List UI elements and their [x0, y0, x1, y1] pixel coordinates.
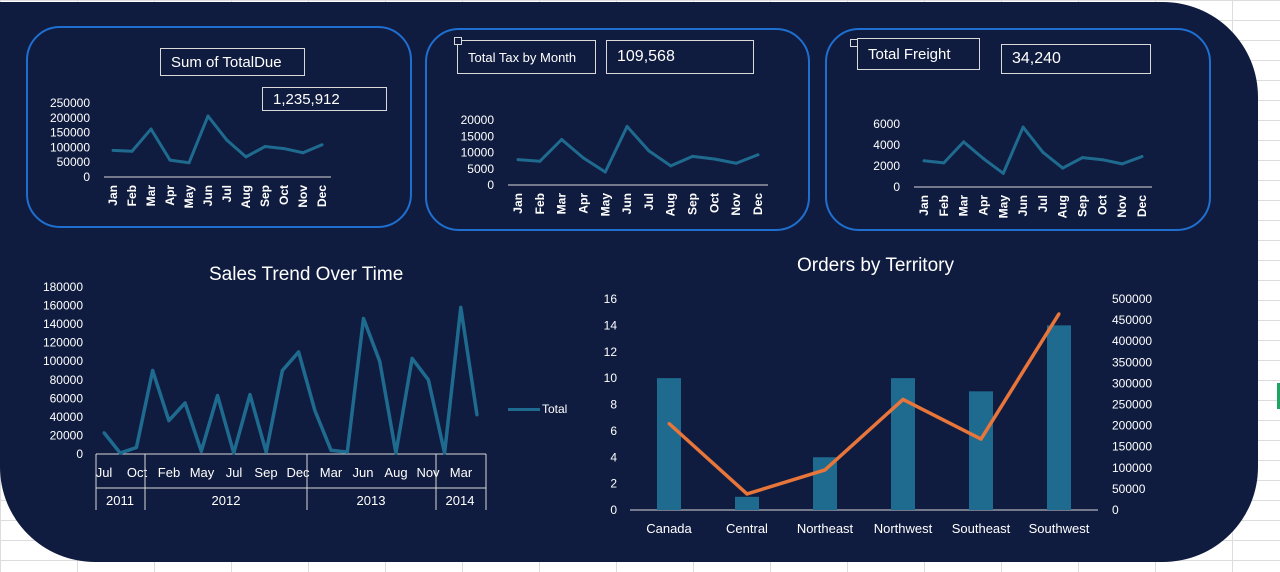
- x-category-label: Central: [726, 521, 768, 536]
- territory-chart: 1614121086420500000450000400000350000300…: [604, 292, 1153, 536]
- series-line: [667, 312, 1061, 496]
- data-point: [979, 437, 983, 441]
- y-right-tick-label: 350000: [1112, 355, 1152, 369]
- bar: [735, 496, 759, 510]
- bar: [969, 391, 993, 510]
- x-category-label: Northwest: [874, 521, 933, 536]
- y-right-tick-label: 100000: [1112, 461, 1152, 475]
- bar: [657, 378, 681, 510]
- data-point: [667, 421, 671, 425]
- y-right-tick-label: 500000: [1112, 292, 1152, 306]
- y-left-tick-label: 0: [610, 503, 617, 517]
- y-left-tick-label: 6: [610, 424, 617, 438]
- y-right-tick-label: 250000: [1112, 398, 1152, 412]
- data-point: [1057, 312, 1061, 316]
- y-right-tick-label: 300000: [1112, 376, 1152, 390]
- y-left-tick-label: 2: [610, 477, 617, 491]
- data-point: [901, 397, 905, 401]
- x-category-label: Southwest: [1029, 521, 1090, 536]
- y-left-tick-label: 14: [604, 318, 618, 332]
- dashboard-panel: Sum of TotalDue 1,235,912 250000 200000 15…: [0, 2, 1258, 562]
- y-left-tick-label: 10: [604, 371, 618, 385]
- y-right-tick-label: 0: [1112, 503, 1119, 517]
- data-point: [745, 492, 749, 496]
- y-left-tick-label: 12: [604, 345, 618, 359]
- y-right-tick-label: 450000: [1112, 313, 1152, 327]
- x-category-label: Canada: [646, 521, 692, 536]
- bar: [1047, 325, 1071, 510]
- x-category-label: Southeast: [952, 521, 1011, 536]
- y-right-tick-label: 400000: [1112, 334, 1152, 348]
- y-left-tick-label: 8: [610, 398, 617, 412]
- x-category-label: Northeast: [797, 521, 854, 536]
- y-right-tick-label: 150000: [1112, 440, 1152, 454]
- y-right-tick-label: 200000: [1112, 419, 1152, 433]
- bar: [813, 457, 837, 510]
- y-left-tick-label: 4: [610, 450, 617, 464]
- y-right-tick-label: 50000: [1112, 482, 1146, 496]
- data-point: [823, 468, 827, 472]
- y-left-tick-label: 16: [604, 292, 618, 306]
